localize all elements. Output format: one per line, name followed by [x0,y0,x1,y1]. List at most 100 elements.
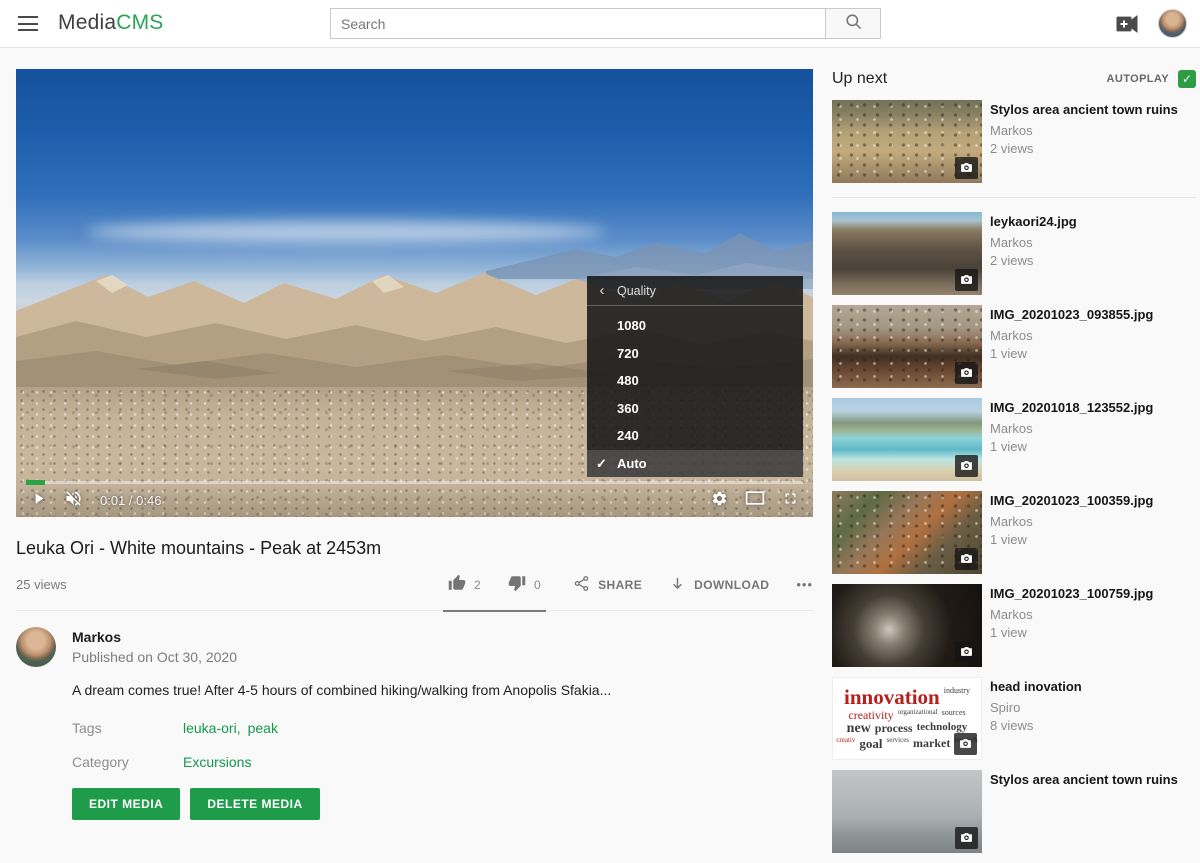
related-author: Markos [990,421,1153,436]
upload-media-button[interactable] [1115,13,1140,40]
related-title[interactable]: IMG_20201023_093855.jpg [990,306,1153,323]
quality-option-720[interactable]: 720 [587,340,803,368]
publish-date: Published on Oct 30, 2020 [72,649,237,665]
fullscreen-icon[interactable] [782,490,799,512]
related-media-item[interactable]: leykaori24.jpg Markos 2 views [832,212,1196,295]
theater-mode-icon[interactable] [745,490,765,511]
autoplay-label: AUTOPLAY [1107,73,1170,85]
related-author: Markos [990,607,1153,622]
tag-link[interactable]: leuka-ori, [183,720,241,736]
like-button[interactable]: 2 [448,574,481,595]
related-author: Markos [990,235,1077,250]
related-title[interactable]: IMG_20201023_100759.jpg [990,585,1153,602]
related-thumbnail [832,212,982,295]
check-icon: ✓ [596,450,607,478]
media-column: ‹ Quality 1080720480360240✓Auto 0:01 / [16,69,813,820]
quality-option-360[interactable]: 360 [587,395,803,423]
autoplay-checkbox[interactable]: ✓ [1178,70,1196,88]
author-name[interactable]: Markos [72,629,237,645]
related-author: Markos [990,328,1153,343]
search-input[interactable] [330,8,826,39]
related-media-item[interactable]: IMG_20201023_093855.jpg Markos 1 view [832,305,1196,388]
related-views: 1 view [990,346,1153,361]
related-views: 2 views [990,253,1077,268]
related-thumbnail [832,584,982,667]
app-logo[interactable]: MediaCMS [58,11,163,35]
related-thumbnail [832,100,982,183]
menu-icon[interactable] [18,16,38,32]
related-title[interactable]: Stylos area ancient town ruins [990,771,1178,788]
word-cloud-word: process [875,722,913,736]
related-views: 2 views [990,141,1178,156]
camera-badge-icon [955,157,978,179]
word-cloud-word: new [847,722,871,736]
like-count: 2 [474,578,481,592]
settings-gear-icon[interactable] [711,490,728,512]
camera-badge-icon [955,827,978,849]
author-avatar[interactable] [16,627,56,667]
volume-muted-icon[interactable] [64,489,83,513]
category-link[interactable]: Excursions [183,754,251,770]
related-media-item[interactable]: IMG_20201018_123552.jpgMarkos1 view [832,398,1196,481]
owner-buttons: EDIT MEDIA DELETE MEDIA [72,788,813,820]
media-meta: Tags leuka-ori,peak Category Excursions [72,720,813,770]
up-next-sidebar: Up next AUTOPLAY ✓ Stylos area ancient t… [832,70,1196,863]
media-title: Leuka Ori - White mountains - Peak at 24… [16,538,813,559]
related-author: Markos [990,514,1153,529]
tag-link[interactable]: peak [248,720,278,736]
like-dislike-group: 2 0 [443,574,546,595]
thumb-up-icon [448,574,466,595]
author-section: Markos Published on Oct 30, 2020 [16,627,813,667]
media-description: A dream comes true! After 4-5 hours of c… [72,682,813,698]
player-controls: 0:01 / 0:46 [16,484,813,517]
dislike-button[interactable]: 0 [508,574,541,595]
download-icon [669,575,686,595]
word-cloud-word: creativ [836,737,855,750]
quality-option-240[interactable]: 240 [587,422,803,450]
camera-badge-icon [955,548,978,570]
related-title[interactable]: head inovation [990,678,1082,695]
camera-badge-icon [955,269,978,291]
related-title[interactable]: IMG_20201018_123552.jpg [990,399,1153,416]
search-button[interactable] [826,8,881,39]
share-label: SHARE [598,578,642,592]
play-icon[interactable] [30,490,47,512]
related-media-item[interactable]: innovationindustrycreativityorganization… [832,677,1196,760]
related-title[interactable]: Stylos area ancient town ruins [990,101,1178,118]
related-author: Spiro [990,700,1082,715]
share-icon [573,575,590,595]
related-media-item[interactable]: Stylos area ancient town ruins [832,770,1196,853]
logo-media: Media [58,11,116,34]
tags-label: Tags [72,720,183,736]
related-thumbnail [832,398,982,481]
video-camera-plus-icon [1115,22,1140,39]
quality-option-480[interactable]: 480 [587,367,803,395]
delete-media-button[interactable]: DELETE MEDIA [190,788,319,820]
quality-menu-back[interactable]: ‹ Quality [587,276,803,306]
related-thumbnail [832,305,982,388]
quality-menu-title: Quality [617,284,656,298]
more-options-button[interactable]: ••• [796,577,813,592]
edit-media-button[interactable]: EDIT MEDIA [72,788,180,820]
related-media-item[interactable]: IMG_20201023_100359.jpgMarkos1 view [832,491,1196,574]
word-cloud-word: organizational [898,709,938,721]
download-button[interactable]: DOWNLOAD [669,575,769,595]
related-media-item[interactable]: IMG_20201023_100759.jpg Markos 1 view [832,584,1196,667]
quality-option-auto[interactable]: ✓Auto [587,450,803,478]
related-media-item[interactable]: Stylos area ancient town ruinsMarkos2 vi… [832,100,1196,198]
related-thumbnail: innovationindustrycreativityorganization… [832,677,982,760]
related-views: 1 view [990,625,1153,640]
word-cloud-word: industry [944,687,970,708]
related-title[interactable]: IMG_20201023_100359.jpg [990,492,1153,509]
autoplay-control: AUTOPLAY ✓ [1107,70,1197,88]
user-avatar[interactable] [1158,9,1187,38]
share-button[interactable]: SHARE [573,575,642,595]
related-title[interactable]: leykaori24.jpg [990,213,1077,230]
related-views: 8 views [990,718,1082,733]
video-player[interactable]: ‹ Quality 1080720480360240✓Auto 0:01 / [16,69,813,517]
download-label: DOWNLOAD [694,578,769,592]
word-cloud-word: creativity [848,709,893,721]
search-icon [844,12,863,36]
quality-option-1080[interactable]: 1080 [587,312,803,340]
camera-badge-icon [954,733,977,755]
